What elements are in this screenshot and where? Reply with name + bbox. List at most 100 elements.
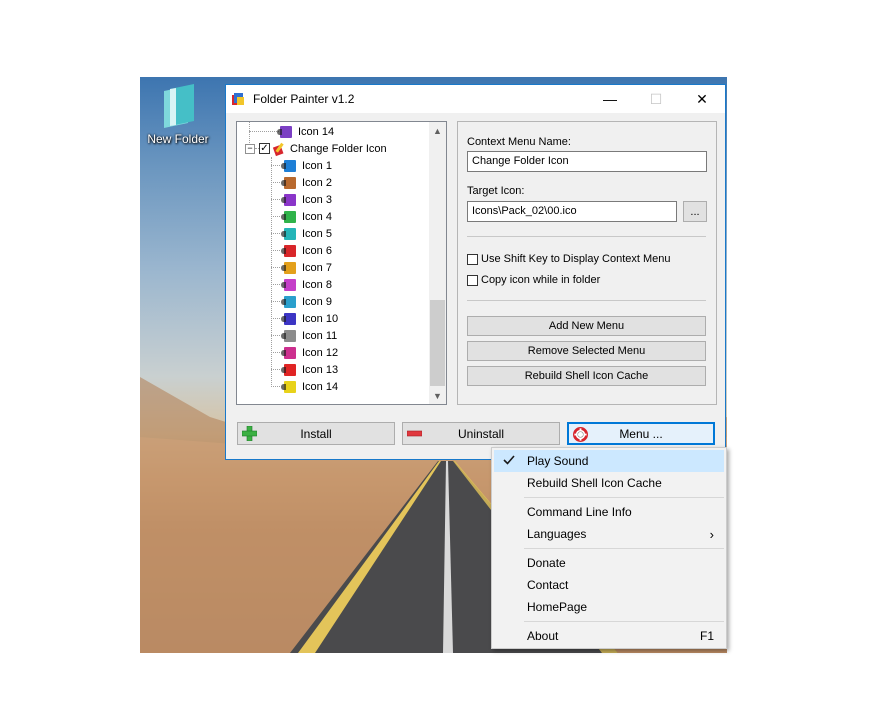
menu-label: Menu ... bbox=[619, 426, 663, 441]
copy-icon-checkbox[interactable] bbox=[467, 274, 478, 286]
install-label: Install bbox=[300, 426, 332, 441]
folder-color-icon bbox=[281, 363, 296, 376]
close-icon: ✕ bbox=[696, 90, 708, 107]
tree-item[interactable]: Icon 4 bbox=[281, 208, 333, 225]
tree-item[interactable]: Icon 8 bbox=[281, 276, 333, 293]
menu-item-rebuild-cache[interactable]: Rebuild Shell Icon Cache bbox=[494, 472, 724, 494]
options-context-menu: Play Sound Rebuild Shell Icon Cache Comm… bbox=[491, 447, 727, 649]
menu-item-homepage[interactable]: HomePage bbox=[494, 596, 724, 618]
tree-item-label: Icon 1 bbox=[302, 159, 332, 172]
tree-item[interactable]: Icon 14 bbox=[277, 123, 335, 140]
scroll-thumb[interactable] bbox=[430, 300, 445, 386]
desktop-icon-label: New Folder bbox=[147, 132, 209, 146]
tree-item[interactable]: Icon 7 bbox=[281, 259, 333, 276]
tree-item-label: Icon 10 bbox=[302, 312, 339, 325]
tree-item-label: Icon 7 bbox=[302, 261, 332, 274]
menu-separator bbox=[524, 548, 724, 549]
menu-item-contact[interactable]: Contact bbox=[494, 574, 724, 596]
menu-item-command-line-info[interactable]: Command Line Info bbox=[494, 501, 724, 523]
folder-color-icon bbox=[281, 193, 296, 206]
tree-item-label: Icon 6 bbox=[302, 244, 332, 257]
scroll-up-arrow[interactable]: ▲ bbox=[429, 122, 446, 139]
folder-color-icon bbox=[281, 329, 296, 342]
uninstall-label: Uninstall bbox=[457, 426, 505, 441]
menu-separator bbox=[524, 497, 724, 498]
menu-item-label: Languages bbox=[527, 527, 587, 541]
tree-item[interactable]: Icon 3 bbox=[281, 191, 333, 208]
tree-item[interactable]: Icon 10 bbox=[281, 310, 339, 327]
submenu-arrow-icon: › bbox=[709, 526, 714, 542]
tree-item[interactable]: Icon 14 bbox=[281, 378, 339, 395]
menu-item-play-sound[interactable]: Play Sound bbox=[494, 450, 724, 472]
tree-scrollbar[interactable]: ▲ ▼ bbox=[429, 122, 446, 404]
tree-item[interactable]: Icon 13 bbox=[281, 361, 339, 378]
lifebuoy-icon bbox=[573, 427, 588, 442]
tree-item[interactable]: Icon 11 bbox=[281, 327, 338, 344]
menu-separator bbox=[524, 621, 724, 622]
copy-icon-label: Copy icon while in folder bbox=[481, 274, 601, 286]
minimize-icon: — bbox=[603, 91, 617, 107]
menu-item-label: Contact bbox=[527, 578, 569, 592]
new-folder-shortcut[interactable]: New Folder bbox=[140, 83, 216, 146]
tree-item[interactable]: Icon 12 bbox=[281, 344, 339, 361]
maximize-button: ☐ bbox=[633, 85, 679, 113]
tree-item-label: Icon 4 bbox=[302, 210, 332, 223]
shortcut-label: F1 bbox=[699, 629, 714, 643]
copy-icon-option[interactable]: Copy icon while in folder bbox=[467, 274, 600, 286]
install-button[interactable]: Install bbox=[237, 422, 395, 445]
tree-item-label: Icon 14 bbox=[302, 380, 339, 393]
browse-button[interactable]: ... bbox=[683, 201, 707, 222]
menu-item-label: Command Line Info bbox=[527, 505, 632, 519]
settings-panel: Context Menu Name: Change Folder Icon Ta… bbox=[457, 121, 717, 405]
remove-selected-menu-button[interactable]: Remove Selected Menu bbox=[467, 341, 706, 361]
menu-item-about[interactable]: About F1 bbox=[494, 625, 724, 647]
tree-item-label: Icon 3 bbox=[302, 193, 332, 206]
tree-item[interactable]: Icon 9 bbox=[281, 293, 333, 310]
collapse-expander[interactable]: − bbox=[245, 144, 255, 154]
tree-item-label: Change Folder Icon bbox=[290, 142, 387, 155]
target-icon-label: Target Icon: bbox=[467, 185, 525, 197]
menu-button[interactable]: Menu ... bbox=[567, 422, 715, 445]
menu-item-languages[interactable]: Languages › bbox=[494, 523, 724, 545]
uninstall-button[interactable]: Uninstall bbox=[402, 422, 560, 445]
tree-item[interactable]: Icon 2 bbox=[281, 174, 333, 191]
maximize-icon: ☐ bbox=[649, 90, 663, 107]
tree-item-label: Icon 2 bbox=[302, 176, 332, 189]
shift-key-option[interactable]: Use Shift Key to Display Context Menu bbox=[467, 253, 671, 265]
brush-icon bbox=[272, 142, 284, 156]
minus-icon bbox=[407, 430, 422, 437]
folder-color-icon bbox=[281, 210, 296, 223]
rebuild-shell-icon-cache-button[interactable]: Rebuild Shell Icon Cache bbox=[467, 366, 706, 386]
title-bar[interactable]: Folder Painter v1.2 — ☐ ✕ bbox=[226, 85, 725, 113]
tree-item[interactable]: Icon 6 bbox=[281, 242, 333, 259]
folder-color-icon bbox=[281, 278, 296, 291]
folder-color-icon bbox=[281, 312, 296, 325]
tree-item-checkbox[interactable]: ✓ bbox=[259, 143, 270, 154]
minimize-button[interactable]: — bbox=[587, 85, 633, 113]
menu-item-label: About bbox=[527, 629, 559, 643]
folder-color-icon bbox=[281, 244, 296, 257]
context-menu-name-input[interactable]: Change Folder Icon bbox=[467, 151, 707, 172]
folder-painter-window: Folder Painter v1.2 — ☐ ✕ Icon 14 − ✓ Ch… bbox=[225, 84, 726, 460]
add-new-menu-button[interactable]: Add New Menu bbox=[467, 316, 706, 336]
tree-item-label: Icon 12 bbox=[302, 346, 339, 359]
menu-item-donate[interactable]: Donate bbox=[494, 552, 724, 574]
menu-tree-view[interactable]: Icon 14 − ✓ Change Folder Icon Icon 1 Ico… bbox=[236, 121, 447, 405]
folder-color-icon bbox=[281, 380, 296, 393]
tree-item-label: Icon 8 bbox=[302, 278, 332, 291]
tree-item[interactable]: Icon 5 bbox=[281, 225, 333, 242]
close-button[interactable]: ✕ bbox=[679, 85, 725, 113]
menu-item-label: Rebuild Shell Icon Cache bbox=[527, 476, 662, 490]
tree-item[interactable]: Icon 1 bbox=[281, 157, 333, 174]
folder-color-icon bbox=[281, 176, 296, 189]
separator bbox=[467, 300, 706, 301]
menu-item-label: Donate bbox=[527, 556, 566, 570]
tree-item-change-folder-icon[interactable]: ✓ Change Folder Icon bbox=[259, 140, 388, 157]
folder-color-icon bbox=[281, 159, 296, 172]
scroll-down-arrow[interactable]: ▼ bbox=[429, 387, 446, 404]
separator bbox=[467, 236, 706, 237]
tree-item-label: Icon 11 bbox=[302, 329, 338, 342]
target-icon-input[interactable]: Icons\Pack_02\00.ico bbox=[467, 201, 677, 222]
shift-key-checkbox[interactable] bbox=[467, 253, 478, 265]
folder-icon bbox=[158, 83, 198, 129]
